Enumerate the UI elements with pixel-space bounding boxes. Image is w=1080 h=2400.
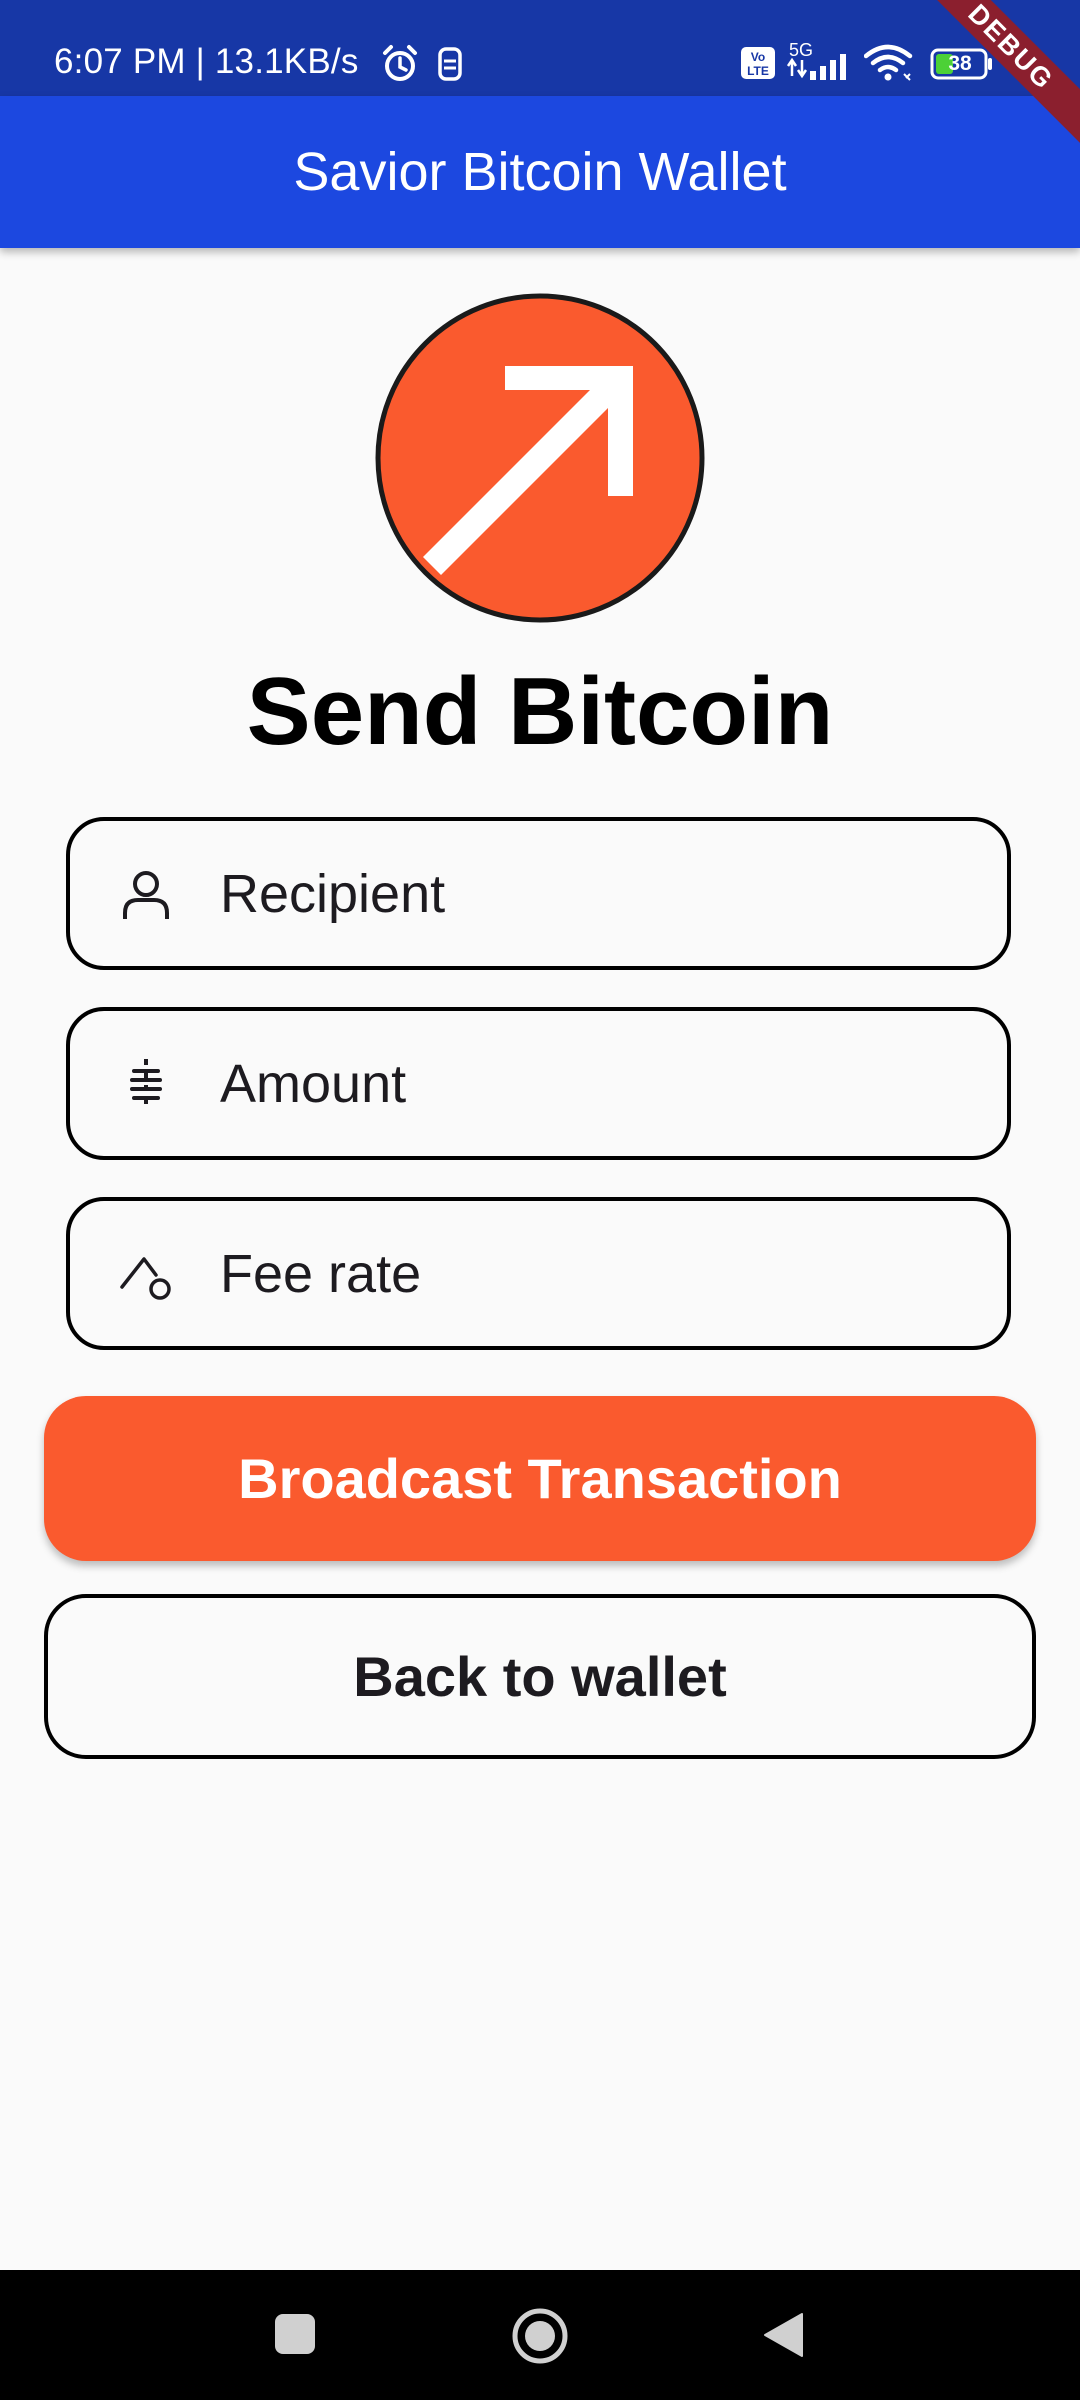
fee-rate-field[interactable] — [66, 1197, 1011, 1350]
back-to-wallet-button[interactable]: Back to wallet — [44, 1594, 1036, 1759]
alarm-icon — [383, 45, 417, 81]
navigation-bar — [0, 2270, 1080, 2400]
person-icon — [123, 871, 169, 919]
battery-level: 38 — [948, 52, 972, 75]
bitcoin-icon — [130, 1059, 162, 1111]
svg-text:LTE: LTE — [747, 64, 769, 78]
recipient-input[interactable] — [220, 821, 980, 966]
app-bar: Savior Bitcoin Wallet — [0, 96, 1080, 248]
status-bar: 6:07 PM | 13.1KB/s Vo LTE 5G 38 DEBUG — [0, 0, 1080, 149]
recipient-field[interactable] — [66, 817, 1011, 970]
home-icon[interactable] — [511, 2307, 569, 2365]
fee-rate-input[interactable] — [220, 1201, 980, 1346]
back-icon[interactable] — [762, 2312, 804, 2358]
notification-icon — [438, 47, 462, 81]
signal-icon — [786, 54, 846, 80]
arrow-up-right-icon — [375, 293, 705, 623]
page-title: Send Bitcoin — [246, 658, 834, 765]
amount-input[interactable] — [220, 1011, 980, 1156]
app-title: Savior Bitcoin Wallet — [293, 142, 787, 202]
volte-icon: Vo LTE — [741, 47, 775, 79]
recent-apps-icon[interactable] — [274, 2313, 316, 2355]
pickaxe-icon — [120, 1257, 171, 1300]
broadcast-transaction-button[interactable]: Broadcast Transaction — [44, 1396, 1036, 1561]
status-time: 6:07 PM | 13.1KB/s — [54, 42, 359, 81]
amount-field[interactable] — [66, 1007, 1011, 1160]
svg-text:Vo: Vo — [751, 50, 765, 64]
wifi-icon — [864, 44, 913, 81]
